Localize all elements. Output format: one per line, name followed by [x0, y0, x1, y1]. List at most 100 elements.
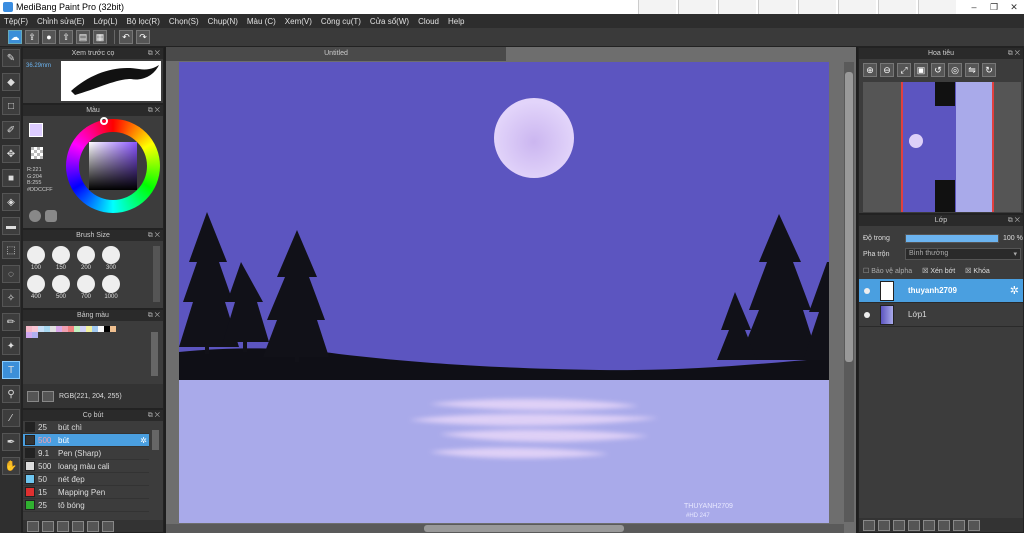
brush-row[interactable]: 500 loang màu cali [23, 460, 149, 473]
brush-size-option[interactable]: 300 [100, 246, 122, 271]
drawing-canvas[interactable]: THUYANH2709 #HD 247 [179, 62, 829, 523]
rotate-reset-icon[interactable]: ◎ [948, 63, 962, 77]
select-eraser-tool-icon[interactable]: ✦ [2, 337, 20, 355]
brush-size-option[interactable]: 400 [25, 275, 47, 300]
cloud-icon[interactable]: ☁ [8, 30, 22, 44]
clipping-checkbox[interactable]: ☒ Xén bớt [922, 267, 955, 275]
magic-wand-tool-icon[interactable]: ✧ [2, 289, 20, 307]
tab-2[interactable] [678, 0, 716, 14]
brush-row[interactable]: 15 Mapping Pen [23, 486, 149, 499]
palette-icon[interactable] [29, 210, 41, 222]
navigator-thumbnail[interactable] [863, 82, 1021, 212]
brush-size-option[interactable]: 150 [50, 246, 72, 271]
gear-icon[interactable]: ✲ [140, 436, 147, 445]
panel-options-icon[interactable]: ⧉ ✕ [148, 410, 160, 421]
eye-icon[interactable] [864, 287, 870, 294]
upload-icon[interactable]: ⇧ [59, 30, 73, 44]
brush-size-option[interactable]: 100 [25, 246, 47, 271]
select-tool-icon[interactable]: ⬚ [2, 241, 20, 259]
undo-icon[interactable]: ↶ [119, 30, 133, 44]
new-brush-icon[interactable] [42, 520, 54, 532]
scrollbar[interactable] [153, 246, 160, 302]
palette-swatch[interactable] [32, 332, 38, 338]
tab-8[interactable] [918, 0, 956, 14]
zoom-out-icon[interactable]: ⊖ [880, 63, 894, 77]
blend-select[interactable]: Bình thường ▾ [905, 248, 1021, 260]
menu-file[interactable]: Tệp(F) [4, 17, 28, 26]
palette-swatch[interactable] [110, 326, 116, 332]
horizontal-scrollbar[interactable] [166, 524, 844, 533]
tab-4[interactable] [758, 0, 796, 14]
tab-6[interactable] [838, 0, 876, 14]
lock-checkbox[interactable]: ☒ Khóa [965, 267, 990, 275]
flip-icon[interactable]: ⇋ [965, 63, 979, 77]
bucket-tool-icon[interactable]: ◈ [2, 193, 20, 211]
primary-color-swatch[interactable] [29, 123, 43, 137]
duplicate-icon[interactable] [87, 520, 99, 532]
brush-size-option[interactable]: 700 [75, 275, 97, 300]
panel-options-icon[interactable]: ⧉ ✕ [148, 105, 160, 116]
color-picker-icon[interactable] [45, 210, 57, 222]
panel-options-icon[interactable]: ⧉ ✕ [1008, 48, 1020, 59]
gradient-tool-icon[interactable]: ▬ [2, 217, 20, 235]
new-layer-8bit-icon[interactable] [878, 519, 890, 531]
comment-icon[interactable]: ● [42, 30, 56, 44]
eye-icon[interactable] [864, 311, 870, 318]
vertical-scrollbar[interactable] [844, 62, 854, 522]
eraser-tool-icon[interactable]: ◆ [2, 73, 20, 91]
copy-brush-icon[interactable] [57, 520, 69, 532]
brush-row[interactable]: 50 nét đẹp [23, 473, 149, 486]
settings-icon[interactable] [953, 519, 965, 531]
rect-tool-icon[interactable]: □ [2, 97, 20, 115]
scrollbar[interactable] [152, 430, 159, 450]
layer-row[interactable]: Lớp1 [859, 303, 1023, 327]
dot-tool-icon[interactable]: ✐ [2, 121, 20, 139]
duplicate-icon[interactable] [923, 519, 935, 531]
menu-help[interactable]: Help [448, 17, 464, 26]
text-tool-icon[interactable]: T [2, 361, 20, 379]
panel-options-icon[interactable]: ⧉ ✕ [148, 230, 160, 241]
panel-options-icon[interactable]: ⧉ ✕ [148, 310, 160, 321]
folder-icon[interactable] [908, 519, 920, 531]
protect-alpha-checkbox[interactable]: ☐ Bảo vệ alpha [863, 267, 912, 275]
panel-options-icon[interactable]: ⧉ ✕ [1008, 215, 1020, 226]
layer-row[interactable]: thuyanh2709 ✲ [859, 279, 1023, 303]
trash-icon[interactable] [968, 519, 980, 531]
share-icon[interactable]: ⇪ [25, 30, 39, 44]
lasso-tool-icon[interactable]: ◌ [2, 265, 20, 283]
saturation-box[interactable] [89, 142, 137, 190]
menu-window[interactable]: Cửa sổ(W) [370, 17, 409, 26]
move-tool-icon[interactable]: ✥ [2, 145, 20, 163]
hue-wheel[interactable] [66, 117, 160, 213]
tab-7[interactable] [878, 0, 916, 14]
page-icon[interactable]: ▤ [76, 30, 90, 44]
close-button[interactable]: ✕ [1004, 2, 1024, 13]
panel-options-icon[interactable]: ⧉ ✕ [148, 48, 160, 59]
hand-tool-icon[interactable]: ✋ [2, 457, 20, 475]
rotate-right-icon[interactable]: ↻ [982, 63, 996, 77]
menu-tools[interactable]: Công cụ(T) [321, 17, 361, 26]
new-layer-icon[interactable] [863, 519, 875, 531]
fill-rect-tool-icon[interactable]: ■ [2, 169, 20, 187]
add-brush-icon[interactable] [27, 520, 39, 532]
scrollbar-thumb[interactable] [424, 525, 624, 532]
brush-size-option[interactable]: 500 [50, 275, 72, 300]
add-layer-icon[interactable] [893, 519, 905, 531]
brush-row[interactable]: 25 tô bóng [23, 499, 149, 512]
maximize-button[interactable]: ❐ [984, 2, 1004, 13]
zoom-in-icon[interactable]: ⊕ [863, 63, 877, 77]
menu-edit[interactable]: Chỉnh sửa(E) [37, 17, 85, 26]
menu-filter[interactable]: Bộ lọc(R) [127, 17, 160, 26]
brush-row[interactable]: 25 bút chì [23, 421, 149, 434]
rotate-left-icon[interactable]: ↺ [931, 63, 945, 77]
grid-icon[interactable]: ▦ [93, 30, 107, 44]
select-pen-tool-icon[interactable]: ✏ [2, 313, 20, 331]
brush-row[interactable]: 9.1 Pen (Sharp) [23, 447, 149, 460]
document-tab[interactable]: Untitled [166, 47, 506, 61]
delete-color-icon[interactable] [42, 390, 54, 402]
eyedropper-tool-icon[interactable]: ⁄ [2, 409, 20, 427]
pen-tool-icon[interactable]: ✒ [2, 433, 20, 451]
merge-icon[interactable] [938, 519, 950, 531]
new-palette-icon[interactable] [27, 390, 39, 402]
brush-size-option[interactable]: 1000 [100, 275, 122, 300]
